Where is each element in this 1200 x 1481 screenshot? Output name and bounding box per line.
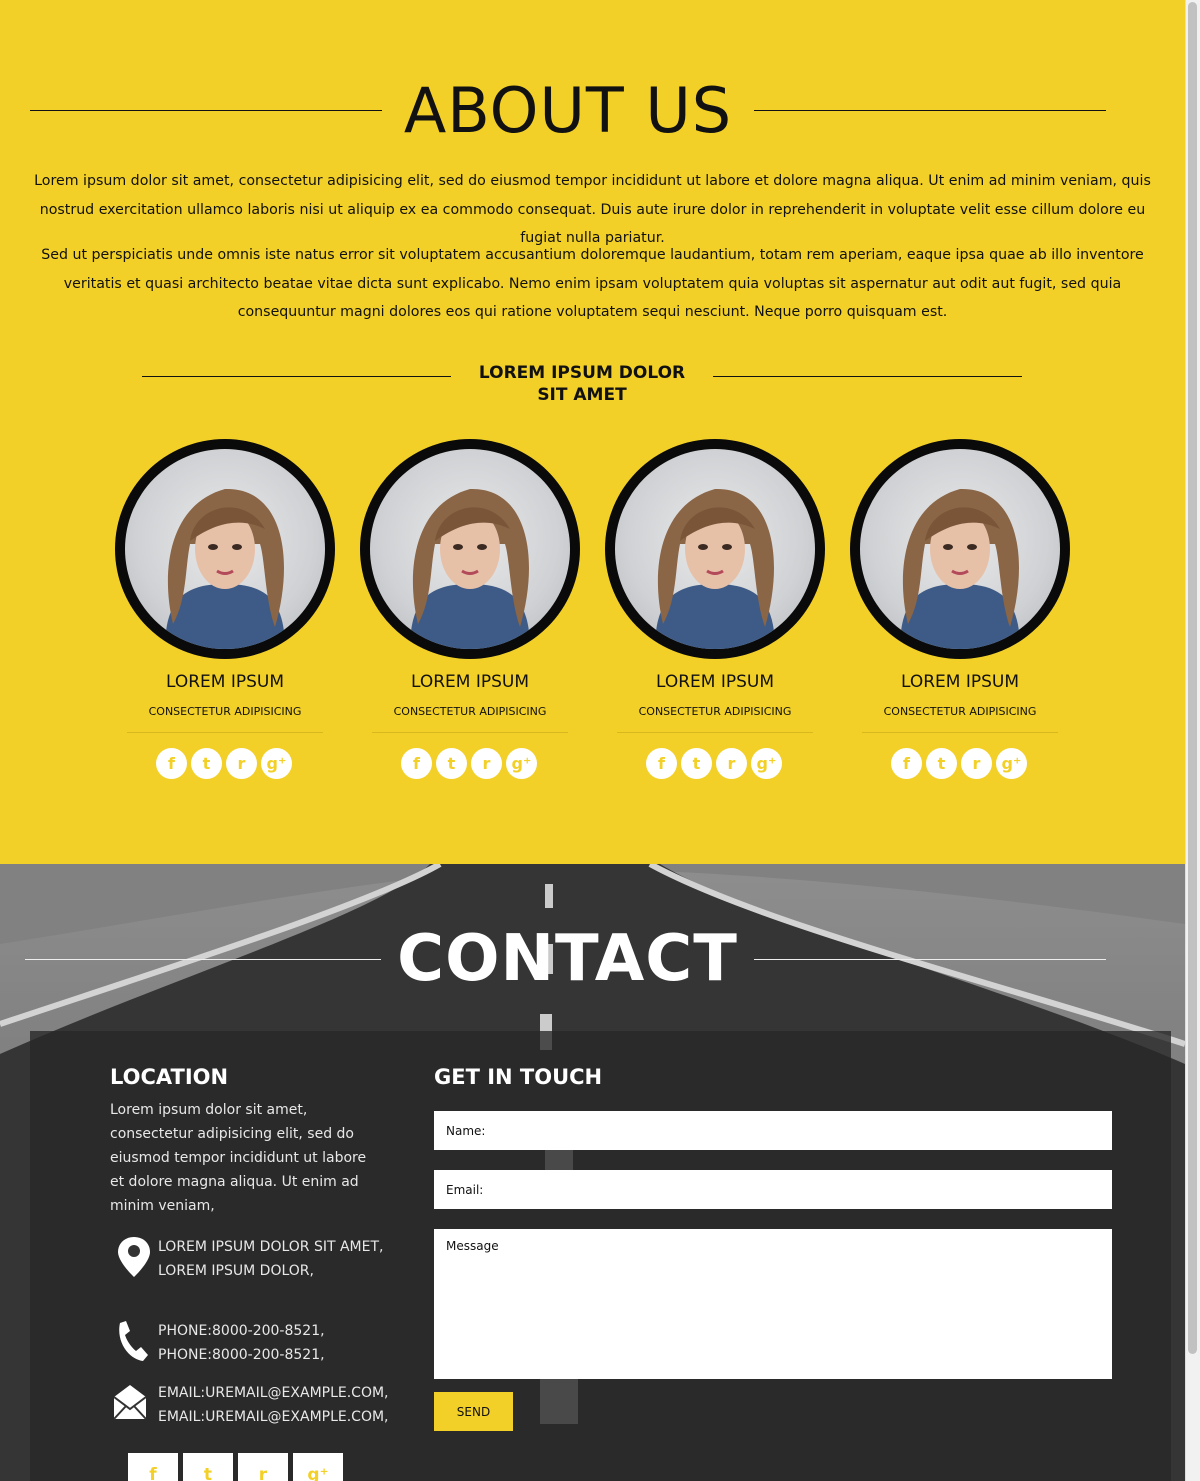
team-heading: LOREM IPSUM DOLOR SIT AMET bbox=[478, 363, 686, 405]
google-plus-icon[interactable]: g⁺ bbox=[751, 748, 782, 779]
location-title: LOCATION bbox=[110, 1065, 229, 1089]
send-button[interactable]: SEND bbox=[434, 1392, 513, 1431]
member-name: LOREM IPSUM bbox=[410, 672, 530, 692]
member-divider bbox=[617, 732, 813, 733]
phone-line-2: PHONE:8000-200-8521, bbox=[158, 1347, 325, 1363]
member-photo bbox=[860, 449, 1060, 649]
rss-icon[interactable]: r bbox=[961, 748, 992, 779]
portrait-image bbox=[655, 488, 775, 649]
team-grid: LOREM IPSUM CONSECTETUR ADIPISICING f t … bbox=[112, 438, 1072, 788]
portrait-image bbox=[165, 488, 285, 649]
team-member: LOREM IPSUM CONSECTETUR ADIPISICING f t … bbox=[602, 438, 828, 788]
avatar bbox=[850, 439, 1070, 659]
member-photo bbox=[615, 449, 815, 649]
contact-socials: f t r g⁺ bbox=[128, 1453, 348, 1481]
member-divider bbox=[862, 732, 1058, 733]
rss-icon[interactable]: r bbox=[226, 748, 257, 779]
member-name: LOREM IPSUM bbox=[900, 672, 1020, 692]
member-role: CONSECTETUR ADIPISICING bbox=[148, 705, 302, 718]
name-input[interactable] bbox=[434, 1111, 1112, 1150]
google-plus-icon[interactable]: g⁺ bbox=[293, 1453, 343, 1481]
member-role: CONSECTETUR ADIPISICING bbox=[393, 705, 547, 718]
message-textarea[interactable] bbox=[434, 1229, 1112, 1379]
location-description: Lorem ipsum dolor sit amet, consectetur … bbox=[110, 1102, 367, 1214]
member-socials: f t r g⁺ bbox=[401, 748, 541, 780]
twitter-icon[interactable]: t bbox=[183, 1453, 233, 1481]
envelope-icon bbox=[113, 1385, 147, 1420]
map-pin-icon bbox=[118, 1237, 150, 1277]
twitter-icon[interactable]: t bbox=[681, 748, 712, 779]
phone-text: PHONE:8000-200-8521, PHONE:8000-200-8521… bbox=[158, 1319, 438, 1367]
twitter-icon[interactable]: t bbox=[191, 748, 222, 779]
facebook-icon[interactable]: f bbox=[646, 748, 677, 779]
facebook-icon[interactable]: f bbox=[891, 748, 922, 779]
member-role: CONSECTETUR ADIPISICING bbox=[883, 705, 1037, 718]
get-in-touch-title: GET IN TOUCH bbox=[434, 1065, 603, 1089]
facebook-icon[interactable]: f bbox=[156, 748, 187, 779]
contact-title-row: CONTACT bbox=[25, 918, 1106, 1000]
about-paragraph-2: Sed ut perspiciatis unde omnis iste natu… bbox=[41, 247, 1144, 320]
member-photo bbox=[125, 449, 325, 649]
google-plus-icon[interactable]: g⁺ bbox=[261, 748, 292, 779]
portrait-image bbox=[410, 488, 530, 649]
address-line-2: LOREM IPSUM DOLOR, bbox=[158, 1263, 314, 1279]
rss-icon[interactable]: r bbox=[716, 748, 747, 779]
title-rule-right bbox=[754, 110, 1106, 111]
member-photo bbox=[370, 449, 570, 649]
team-rule-left bbox=[142, 376, 451, 377]
member-name: LOREM IPSUM bbox=[165, 672, 285, 692]
contact-rule-left bbox=[25, 959, 381, 960]
about-section: ABOUT US Lorem ipsum dolor sit amet, con… bbox=[0, 0, 1185, 864]
phone-line-1: PHONE:8000-200-8521, bbox=[158, 1323, 325, 1339]
title-rule-left bbox=[30, 110, 382, 111]
portrait-image bbox=[900, 488, 1020, 649]
member-divider bbox=[127, 732, 323, 733]
about-title: ABOUT US bbox=[403, 74, 733, 147]
twitter-icon[interactable]: t bbox=[926, 748, 957, 779]
member-divider bbox=[372, 732, 568, 733]
team-heading-row: LOREM IPSUM DOLOR SIT AMET bbox=[142, 362, 1022, 408]
email-text: EMAIL:UREMAIL@EXAMPLE.COM, EMAIL:UREMAIL… bbox=[158, 1381, 438, 1429]
member-socials: f t r g⁺ bbox=[891, 748, 1031, 780]
member-socials: f t r g⁺ bbox=[646, 748, 786, 780]
address-text: LOREM IPSUM DOLOR SIT AMET, LOREM IPSUM … bbox=[158, 1235, 438, 1283]
avatar bbox=[115, 439, 335, 659]
phone-icon bbox=[119, 1321, 148, 1361]
team-member: LOREM IPSUM CONSECTETUR ADIPISICING f t … bbox=[112, 438, 338, 788]
email-line-1: EMAIL:UREMAIL@EXAMPLE.COM, bbox=[158, 1385, 389, 1401]
rss-icon[interactable]: r bbox=[471, 748, 502, 779]
avatar bbox=[605, 439, 825, 659]
facebook-icon[interactable]: f bbox=[128, 1453, 178, 1481]
address-line-1: LOREM IPSUM DOLOR SIT AMET, bbox=[158, 1239, 384, 1255]
google-plus-icon[interactable]: g⁺ bbox=[506, 748, 537, 779]
page-scrollbar-thumb[interactable] bbox=[1188, 2, 1197, 1354]
contact-section: CONTACT LOCATION Lorem ipsum dolor sit a… bbox=[0, 864, 1185, 1481]
contact-title: CONTACT bbox=[397, 922, 738, 996]
team-rule-right bbox=[713, 376, 1022, 377]
contact-panel: LOCATION Lorem ipsum dolor sit amet, con… bbox=[30, 1031, 1171, 1481]
member-role: CONSECTETUR ADIPISICING bbox=[638, 705, 792, 718]
member-name: LOREM IPSUM bbox=[655, 672, 775, 692]
contact-rule-right bbox=[754, 959, 1106, 960]
facebook-icon[interactable]: f bbox=[401, 748, 432, 779]
google-plus-icon[interactable]: g⁺ bbox=[996, 748, 1027, 779]
team-member: LOREM IPSUM CONSECTETUR ADIPISICING f t … bbox=[847, 438, 1073, 788]
twitter-icon[interactable]: t bbox=[436, 748, 467, 779]
rss-icon[interactable]: r bbox=[238, 1453, 288, 1481]
email-line-2: EMAIL:UREMAIL@EXAMPLE.COM, bbox=[158, 1409, 389, 1425]
avatar bbox=[360, 439, 580, 659]
about-paragraph-1: Lorem ipsum dolor sit amet, consectetur … bbox=[34, 173, 1151, 246]
team-member: LOREM IPSUM CONSECTETUR ADIPISICING f t … bbox=[357, 438, 583, 788]
about-title-row: ABOUT US bbox=[30, 70, 1106, 152]
email-input[interactable] bbox=[434, 1170, 1112, 1209]
member-socials: f t r g⁺ bbox=[156, 748, 296, 780]
